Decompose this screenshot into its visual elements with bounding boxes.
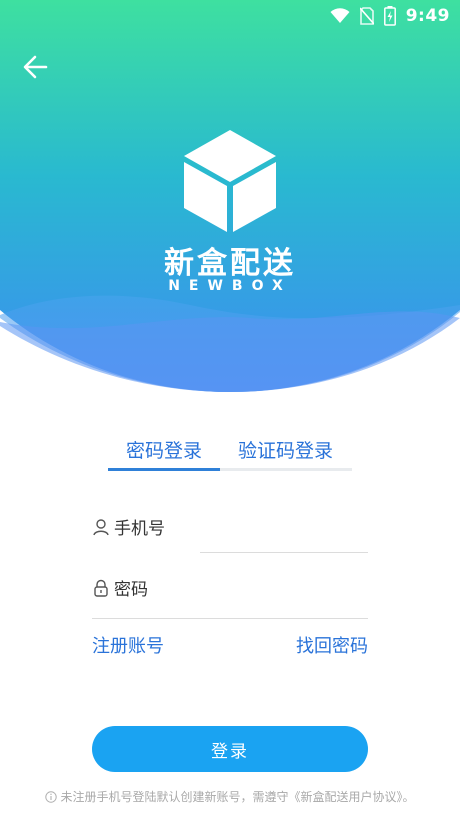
clock-time: 9:49 — [405, 6, 450, 26]
register-link[interactable]: 注册账号 — [92, 632, 164, 658]
tab-password-login[interactable]: 密码登录 — [126, 436, 202, 463]
header-banner: 9:49 新盒配送 NEWBOX — [0, 0, 460, 400]
no-sim-icon — [359, 7, 374, 25]
brand-english-name: NEWBOX — [168, 278, 292, 294]
login-tabs: 密码登录 验证码登录 — [108, 436, 352, 474]
password-input[interactable] — [170, 578, 372, 610]
password-label-text: 密码 — [114, 580, 148, 600]
forgot-password-link[interactable]: 找回密码 — [296, 632, 368, 658]
info-icon — [45, 790, 58, 803]
cube-icon — [184, 130, 276, 232]
password-field-label: 密码 — [92, 575, 148, 600]
arrow-left-icon[interactable] — [20, 52, 52, 82]
brand-name: 新盒配送 — [164, 246, 296, 281]
battery-charging-icon — [383, 6, 396, 26]
agreement-notice: 未注册手机号登陆默认创建新账号，需遵守《新盒配送用户协议》。 — [0, 788, 460, 805]
agreement-notice-text[interactable]: 未注册手机号登陆默认创建新账号，需遵守《新盒配送用户协议》。 — [60, 788, 414, 805]
tab-code-login[interactable]: 验证码登录 — [238, 436, 333, 463]
user-icon — [93, 518, 109, 535]
phone-input-underline — [200, 552, 368, 553]
tab-active-indicator — [108, 468, 220, 471]
lock-icon — [94, 579, 108, 597]
phone-input[interactable] — [200, 516, 372, 548]
password-input-underline — [92, 618, 368, 619]
phone-label-text: 手机号 — [114, 519, 165, 539]
status-bar: 9:49 — [0, 0, 460, 32]
login-button[interactable]: 登录 — [92, 726, 368, 772]
wifi-icon — [330, 8, 350, 23]
phone-field-label: 手机号 — [92, 514, 165, 539]
